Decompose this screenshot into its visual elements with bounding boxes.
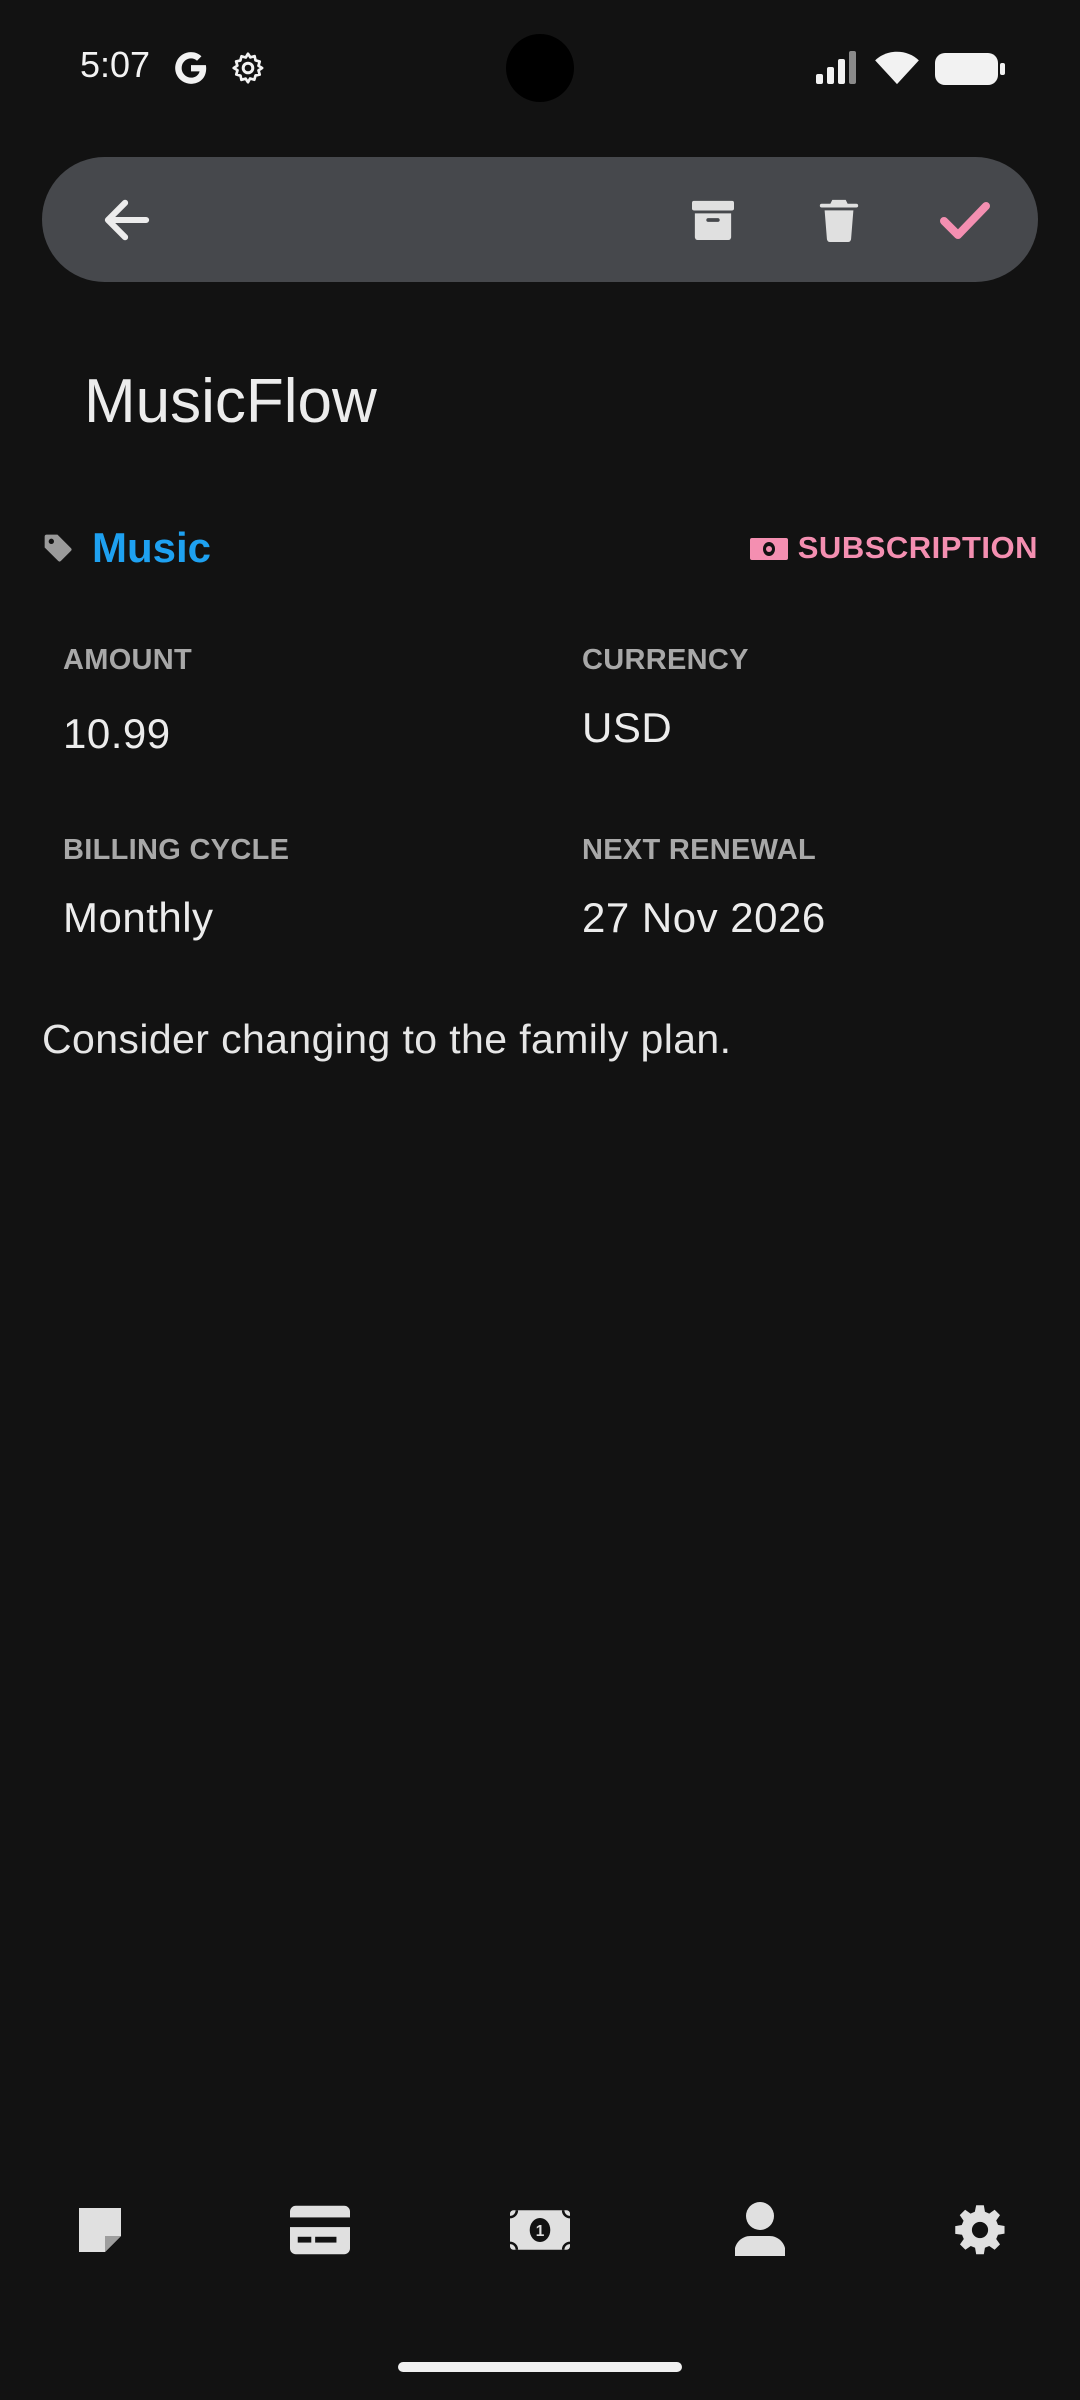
signal-icon bbox=[816, 51, 856, 84]
nav-payments[interactable]: 1 bbox=[510, 2200, 570, 2260]
delete-icon bbox=[819, 199, 859, 243]
currency-label: CURRENCY bbox=[582, 644, 749, 676]
nav-settings[interactable] bbox=[950, 2200, 1010, 2260]
archive-button[interactable] bbox=[678, 185, 748, 255]
status-bar: 5:07 bbox=[0, 0, 1080, 135]
person-icon bbox=[735, 2202, 785, 2256]
wifi-icon bbox=[875, 51, 919, 85]
status-time: 5:07 bbox=[80, 44, 151, 85]
nav-cards[interactable] bbox=[290, 2200, 350, 2260]
billing-cycle-label: BILLING CYCLE bbox=[63, 834, 290, 866]
back-button[interactable] bbox=[92, 185, 162, 255]
currency-value: USD bbox=[582, 704, 673, 751]
battery-icon bbox=[935, 53, 1005, 85]
nav-profile[interactable] bbox=[730, 2200, 790, 2260]
type-label: SUBSCRIPTION bbox=[797, 530, 1038, 565]
settings-gear-icon bbox=[232, 52, 264, 84]
next-renewal-label: NEXT RENEWAL bbox=[582, 834, 816, 866]
check-icon bbox=[940, 202, 990, 239]
money-bill-icon: 1 bbox=[510, 2210, 570, 2250]
nav-notes[interactable] bbox=[70, 2200, 130, 2260]
amount-value: 10.99 bbox=[63, 710, 171, 757]
camera-cutout bbox=[506, 34, 574, 102]
category-label: Music bbox=[92, 524, 212, 571]
category-row: Music SUBSCRIPTION bbox=[42, 520, 1038, 580]
tag-icon bbox=[44, 534, 72, 562]
credit-card-icon bbox=[290, 2205, 350, 2255]
google-icon bbox=[175, 52, 207, 84]
svg-text:1: 1 bbox=[536, 2223, 545, 2240]
top-toolbar bbox=[42, 157, 1038, 282]
archive-icon bbox=[692, 200, 734, 241]
back-arrow-icon bbox=[104, 199, 150, 241]
delete-button[interactable] bbox=[804, 185, 874, 255]
settings-icon bbox=[955, 2205, 1005, 2255]
billing-cycle-value: Monthly bbox=[63, 894, 214, 941]
bottom-nav: 1 bbox=[0, 2180, 1080, 2280]
page-title: MusicFlow bbox=[84, 367, 377, 436]
amount-label: AMOUNT bbox=[63, 644, 193, 676]
home-indicator[interactable] bbox=[398, 2362, 682, 2372]
next-renewal-value: 27 Nov 2026 bbox=[582, 894, 826, 941]
note-text: Consider changing to the family plan. bbox=[42, 1016, 732, 1062]
notes-icon bbox=[79, 2208, 121, 2252]
save-button[interactable] bbox=[930, 185, 1000, 255]
money-bill-icon bbox=[750, 538, 788, 560]
